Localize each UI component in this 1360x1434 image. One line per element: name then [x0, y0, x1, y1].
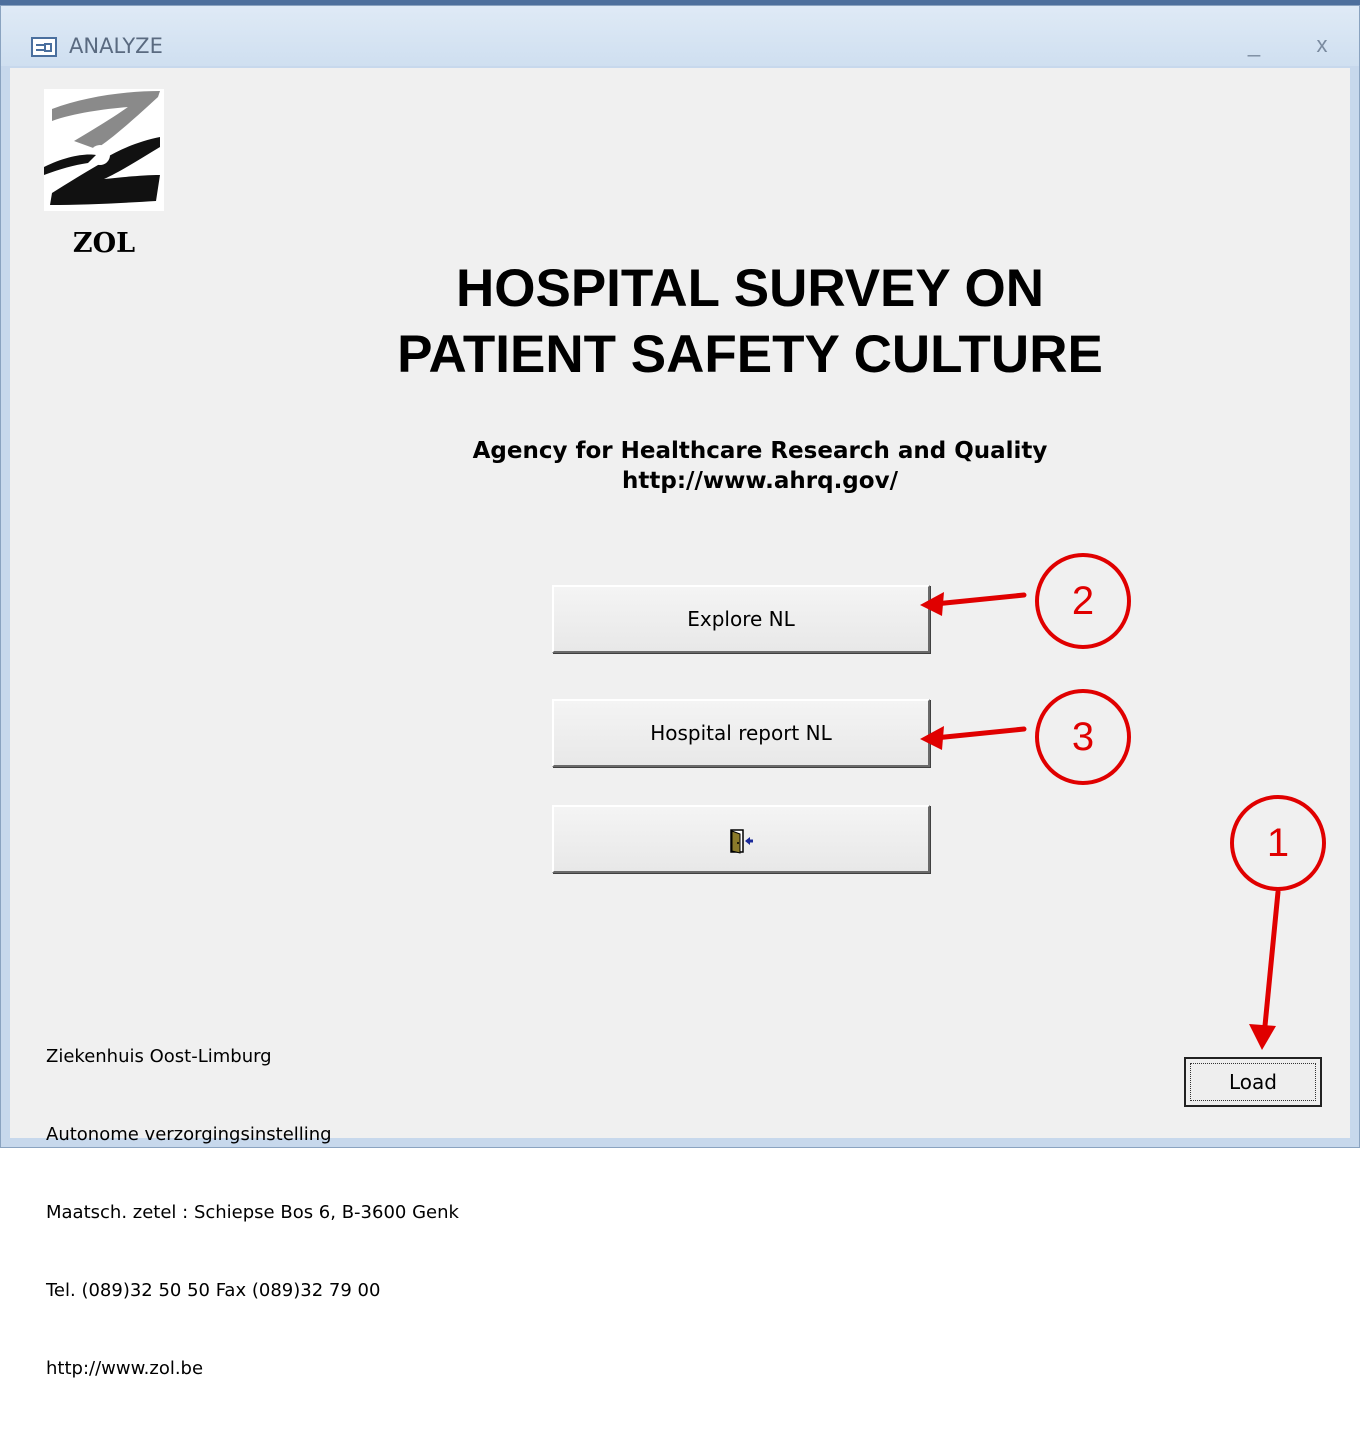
logo-caption: ZOL: [72, 228, 136, 259]
exit-door-icon: [730, 829, 753, 854]
exit-button[interactable]: [552, 805, 930, 873]
agency-name: Agency for Healthcare Research and Quali…: [472, 438, 1048, 464]
footer-line: Ziekenhuis Oost-Limburg: [46, 1046, 272, 1067]
window-title: ANALYZE: [69, 34, 163, 58]
footer-line: Autonome verzorgingsinstelling: [46, 1124, 332, 1145]
zol-logo: [44, 89, 164, 211]
close-button[interactable]: x: [1305, 28, 1339, 62]
title-line-2: PATIENT SAFETY CULTURE: [397, 325, 1103, 384]
focus-rectangle: [1190, 1063, 1316, 1101]
agency-url: http://www.ahrq.gov/: [622, 468, 898, 494]
annotation-marker-2: 2: [1035, 553, 1131, 649]
footer-line: Tel. (089)32 50 50 Fax (089)32 79 00: [46, 1280, 381, 1301]
footer-line: http://www.zol.be: [46, 1358, 204, 1379]
analyze-window: ANALYZE _ x ZOL HOSPITAL SURVEY ON PATIE…: [0, 5, 1360, 1379]
zol-logo-icon: [44, 91, 160, 205]
load-button[interactable]: Load: [1184, 1057, 1322, 1107]
title-line-1: HOSPITAL SURVEY ON: [455, 259, 1045, 318]
hospital-address: Ziekenhuis Oost-Limburg Autonome verzorg…: [46, 992, 459, 1434]
form-icon: [31, 37, 57, 57]
footer-line: Maatsch. zetel : Schiepse Bos 6, B-3600 …: [46, 1202, 459, 1223]
agency-info: Agency for Healthcare Research and Quali…: [400, 436, 1120, 496]
annotation-marker-3: 3: [1035, 689, 1131, 785]
form-body: ZOL HOSPITAL SURVEY ON PATIENT SAFETY CU…: [10, 68, 1350, 1379]
page-title: HOSPITAL SURVEY ON PATIENT SAFETY CULTUR…: [340, 256, 1160, 388]
title-bar[interactable]: ANALYZE _ x: [1, 6, 1359, 66]
hospital-report-nl-button[interactable]: Hospital report NL: [552, 699, 930, 767]
annotation-marker-1: 1: [1230, 795, 1326, 891]
minimize-button[interactable]: _: [1237, 28, 1271, 62]
explore-nl-button[interactable]: Explore NL: [552, 585, 930, 653]
